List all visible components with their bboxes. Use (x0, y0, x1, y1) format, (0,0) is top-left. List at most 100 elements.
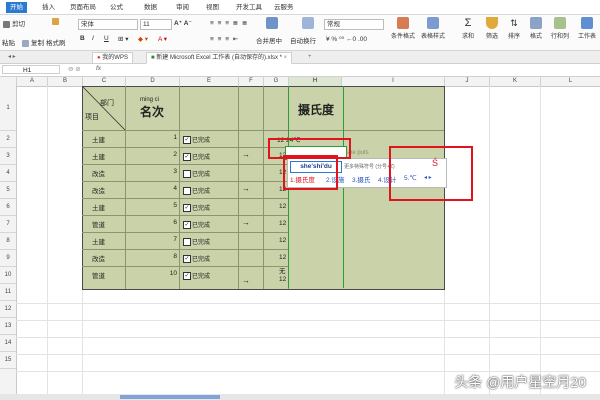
wrap-icon[interactable] (298, 17, 318, 31)
dept-cell[interactable]: 改造 (92, 253, 105, 263)
border-icon[interactable]: ⊞ ▾ (118, 35, 129, 43)
done-checkbox[interactable]: 已完成 (183, 169, 210, 179)
rank-cell[interactable]: 8 (160, 253, 177, 260)
col-header[interactable]: E (180, 77, 239, 86)
format-button[interactable]: 格式 (526, 17, 546, 40)
dept-cell[interactable]: 管道 (92, 219, 105, 229)
number-format-select[interactable]: 常规 (324, 19, 384, 30)
format-painter-button[interactable]: 格式刷 (46, 37, 66, 47)
tab-home[interactable]: 开始 (6, 2, 27, 13)
select-all-corner[interactable] (0, 77, 17, 86)
done-checkbox[interactable]: ✓ 已完成 (183, 152, 210, 162)
sort-button[interactable]: ⇅ 排序 (504, 17, 524, 40)
rank-cell[interactable]: 4 (160, 185, 177, 192)
row-header[interactable]: 13 (0, 318, 16, 335)
g-cell[interactable]: 12 (279, 254, 286, 261)
rank-cell[interactable]: 1 (160, 134, 177, 141)
tab-my-wps[interactable]: ● 我的WPS (92, 52, 133, 64)
row-header[interactable]: 9 (0, 250, 16, 267)
row-col-button[interactable]: 行和列 (548, 17, 572, 40)
checkbox-checked-icon[interactable]: ✓ (183, 136, 191, 145)
tab-cloud[interactable]: 云服务 (270, 2, 298, 13)
row-header[interactable]: 14 (0, 335, 16, 352)
row-header[interactable]: 1 (0, 86, 16, 131)
sum-button[interactable]: Σ 求和 (458, 17, 478, 40)
worksheet-button[interactable]: 工作表 (574, 17, 600, 40)
close-tab-icon[interactable]: × (284, 55, 288, 61)
checkbox-empty-icon[interactable] (183, 187, 191, 196)
align-top-icons[interactable]: ≡ ≡ ≡ ≣ ≣ (210, 19, 249, 27)
dept-cell[interactable]: 土建 (92, 236, 105, 246)
ime-hint[interactable]: 更多特殊符号 (分号+Z) (344, 163, 395, 170)
done-checkbox[interactable]: 已完成 (183, 186, 210, 196)
dept-cell[interactable]: 土建 (92, 134, 105, 144)
align-left-icons[interactable]: ≡ ≡ ≡ ⇤ (210, 35, 239, 43)
fill-color-icon[interactable]: ◆ ▾ (138, 35, 148, 43)
col-header[interactable]: I (342, 77, 445, 86)
merge-icon[interactable] (262, 17, 282, 31)
col-header[interactable]: L (541, 77, 600, 86)
col-header-selected[interactable]: H (289, 77, 342, 86)
tab-developer[interactable]: 开发工具 (232, 2, 266, 13)
g-cell[interactable]: 12 (279, 276, 286, 283)
done-checkbox[interactable]: 已完成 (183, 237, 210, 247)
done-checkbox[interactable]: ✓ 已完成 (183, 135, 210, 145)
arrow-cell[interactable]: → (242, 184, 250, 193)
filter-button[interactable]: 筛选 (482, 17, 502, 40)
cond-format-button[interactable]: 条件格式 (388, 17, 418, 40)
row-header[interactable]: 5 (0, 182, 16, 199)
row-header[interactable]: 7 (0, 216, 16, 233)
row-header[interactable]: 11 (0, 284, 16, 301)
scroll-thumb[interactable] (120, 395, 220, 399)
col-header[interactable]: F (239, 77, 264, 86)
g-cell[interactable]: 12 (279, 220, 286, 227)
paintbrush-icon[interactable] (52, 18, 61, 25)
rank-cell[interactable]: 7 (160, 236, 177, 243)
g-cell[interactable]: 无 (279, 265, 286, 275)
col-header[interactable]: B (48, 77, 83, 86)
fx-icon[interactable]: fx (96, 65, 101, 72)
dept-cell[interactable]: 改造 (92, 185, 105, 195)
nav-arrows-icon[interactable]: ◂ ▸ (4, 52, 20, 62)
bold-button[interactable]: B (80, 35, 85, 42)
tab-page-layout[interactable]: 页面布局 (66, 2, 100, 13)
row-header[interactable]: 6 (0, 199, 16, 216)
dept-cell[interactable]: 土建 (92, 202, 105, 212)
new-tab-icon[interactable]: + (304, 52, 316, 62)
col-header[interactable]: K (490, 77, 541, 86)
ime-candidate-3[interactable]: 3.摄氏 (352, 174, 370, 184)
checkbox-checked-icon[interactable]: ✓ (183, 153, 191, 162)
checkbox-checked-icon[interactable]: ✓ (183, 221, 191, 230)
currency-icons[interactable]: ¥ % ⁰⁰ ←0 .00 (326, 35, 367, 43)
row-header[interactable]: 8 (0, 233, 16, 250)
col-header[interactable]: G (264, 77, 289, 86)
wrap-text-button[interactable]: 自动换行 (290, 35, 316, 45)
checkbox-checked-icon[interactable]: ✓ (183, 204, 191, 213)
rank-cell[interactable]: 6 (160, 219, 177, 226)
done-checkbox[interactable]: ✓ 已完成 (183, 271, 210, 281)
done-checkbox[interactable]: ✓ 已完成 (183, 203, 210, 213)
rank-cell[interactable]: 2 (160, 151, 177, 158)
row-header[interactable]: 4 (0, 165, 16, 182)
underline-button[interactable]: U (104, 35, 109, 42)
tab-insert[interactable]: 插入 (38, 2, 59, 13)
checkbox-empty-icon[interactable] (183, 170, 191, 179)
dept-cell[interactable]: 管道 (92, 270, 105, 280)
tab-view[interactable]: 视图 (202, 2, 223, 13)
paste-button[interactable]: 粘贴 (2, 37, 15, 47)
arrow-cell[interactable]: → (242, 218, 250, 227)
row-header[interactable]: 12 (0, 301, 16, 318)
formula-icons[interactable]: ⊖ ⊘ (68, 65, 81, 73)
dept-cell[interactable]: 土建 (92, 151, 105, 161)
row-header[interactable]: 15 (0, 352, 16, 369)
sheet-scrollbar[interactable] (0, 394, 600, 400)
checkbox-empty-icon[interactable] (183, 238, 191, 247)
rank-cell[interactable]: 5 (160, 202, 177, 209)
checkbox-checked-icon[interactable]: ✓ (183, 272, 191, 281)
g-cell[interactable]: 12 (279, 203, 286, 210)
col-header[interactable]: J (445, 77, 490, 86)
rank-cell[interactable]: 3 (160, 168, 177, 175)
g-cell[interactable]: 12 (279, 237, 286, 244)
tab-review[interactable]: 审阅 (172, 2, 193, 13)
merge-center-button[interactable]: 合并居中 (256, 35, 282, 45)
